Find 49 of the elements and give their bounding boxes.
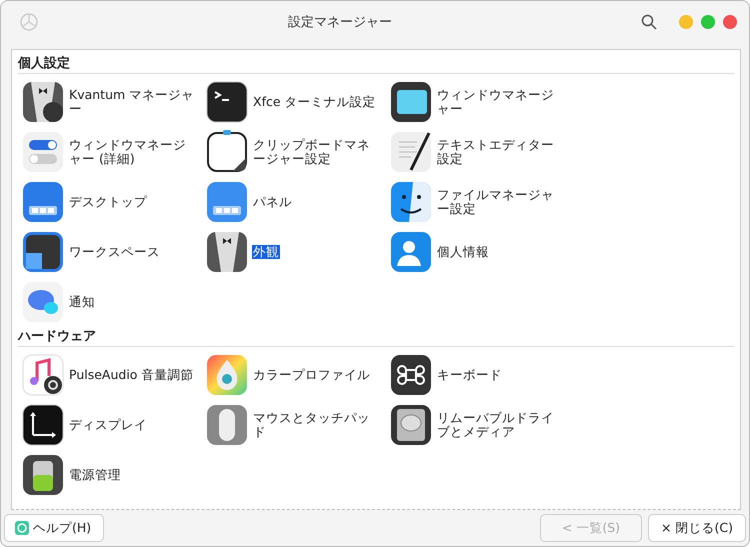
settings-item-label[interactable]: カラープロファイル [252, 368, 371, 382]
settings-item-label[interactable]: ディスプレイ [68, 418, 148, 432]
settings-item-label[interactable]: ワークスペース [68, 245, 161, 259]
settings-item-label[interactable]: Kvantum マネージャー [68, 88, 198, 116]
person-silhouette-icon[interactable] [389, 230, 433, 274]
tuxedo-icon[interactable] [205, 230, 249, 274]
command-key-icon[interactable] [389, 353, 433, 397]
settings-item-label[interactable]: ファイルマネージャー設定 [436, 188, 566, 216]
settings-item-label[interactable]: リムーバブルドライブとメディア [436, 411, 566, 439]
battery-icon[interactable] [21, 453, 65, 497]
help-button[interactable]: ヘルプ(H) [4, 514, 104, 542]
settings-item-label[interactable]: デスクトップ [68, 195, 148, 209]
help-icon [15, 521, 29, 535]
pen-on-paper-icon[interactable] [389, 130, 433, 174]
desktop-icon[interactable] [21, 180, 65, 224]
smiling-face-icon[interactable] [389, 180, 433, 224]
windows-icon[interactable] [389, 80, 433, 124]
settings-item-label[interactable]: PulseAudio 音量調節 [68, 368, 194, 382]
settings-item-label[interactable]: 外観 [252, 245, 280, 259]
toggle-switches-icon[interactable] [21, 130, 65, 174]
axes-arrows-icon[interactable] [21, 403, 65, 447]
panel-icon[interactable] [205, 180, 249, 224]
settings-item-label[interactable]: パネル [252, 195, 293, 209]
close-button[interactable] [723, 15, 737, 29]
settings-item-label[interactable]: ウィンドウマネージャー [436, 88, 566, 116]
settings-item-label[interactable]: 個人情報 [436, 245, 490, 259]
hard-drive-icon[interactable] [389, 403, 433, 447]
window-title: 設定マネージャー [287, 14, 393, 31]
settings-item-label[interactable]: 電源管理 [68, 468, 122, 482]
close-dialog-button[interactable]: × 閉じる(C) [648, 514, 746, 542]
settings-item-label[interactable]: Xfce ターミナル設定 [252, 95, 377, 109]
settings-item-label[interactable]: ウィンドウマネージャー (詳細) [68, 138, 198, 166]
chat-bubbles-icon[interactable] [21, 280, 65, 324]
workspace-grid-icon[interactable] [21, 230, 65, 274]
gear-outline-icon [19, 12, 39, 32]
tuxedo-icon[interactable] [21, 80, 65, 124]
section-heading: ハードウェア [18, 328, 96, 345]
settings-item-label[interactable]: キーボード [436, 368, 503, 382]
note-page-icon[interactable] [205, 130, 249, 174]
settings-item-label[interactable]: テキストエディター設定 [436, 138, 566, 166]
settings-item-label[interactable]: クリップボードマネージャー設定 [252, 138, 382, 166]
search-icon[interactable] [641, 14, 657, 30]
settings-item-label[interactable]: 通知 [68, 295, 96, 309]
terminal-icon[interactable] [205, 80, 249, 124]
section-heading: 個人設定 [18, 54, 70, 72]
settings-item-label[interactable]: マウスとタッチパッド [252, 411, 382, 439]
music-note-icon[interactable] [21, 353, 65, 397]
mouse-icon[interactable] [205, 403, 249, 447]
color-drop-icon[interactable] [205, 353, 249, 397]
